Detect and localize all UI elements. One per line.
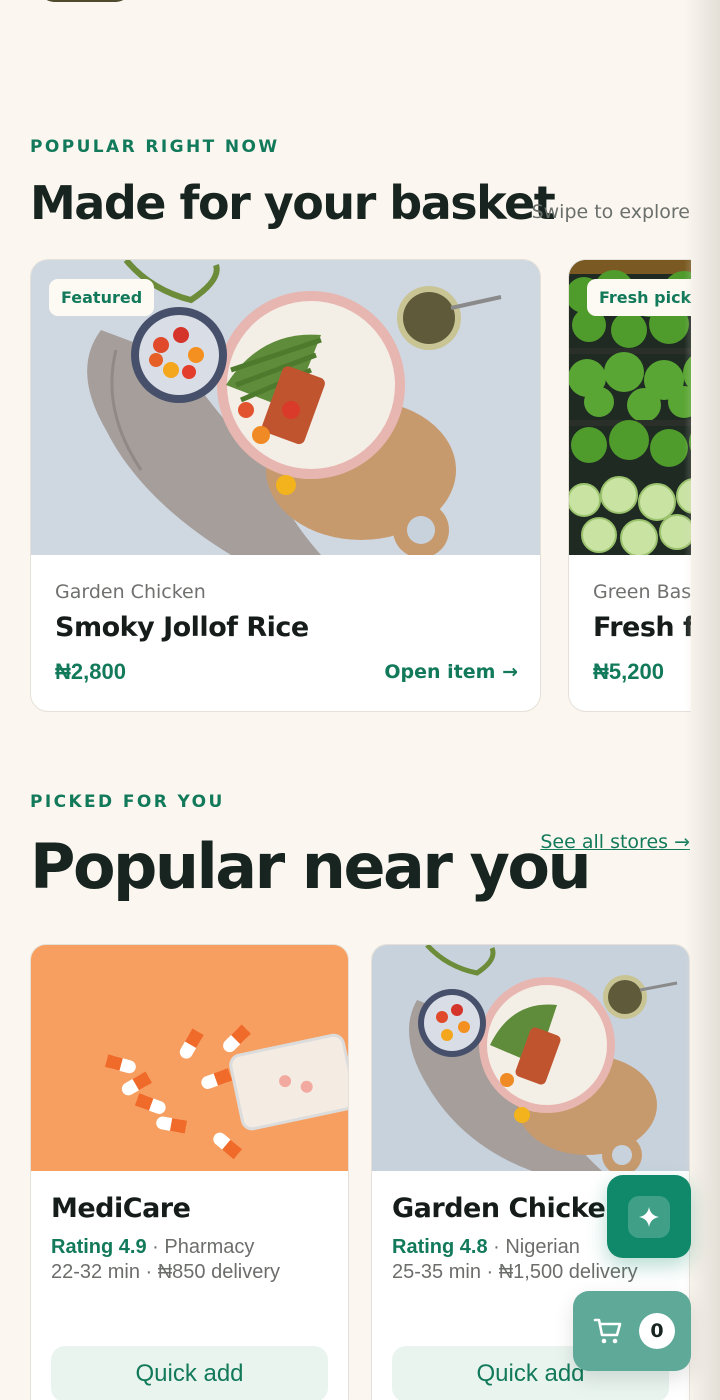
store-delivery-info: 25-35 min · ₦1,500 delivery [392,1261,638,1283]
pills-image [31,945,348,1171]
store-name: Garden Chicken [55,581,206,603]
store-rating-line: Rating 4.8 · Nigerian [392,1236,580,1259]
featured-card[interactable]: Fresh pick Green Bask Fresh fr ₦5,200 [568,259,691,712]
picked-eyebrow: PICKED FOR YOU [30,792,225,812]
store-category: · Nigerian [487,1236,580,1258]
store-delivery-info: 22-32 min · ₦850 delivery [51,1261,280,1283]
item-price: ₦5,200 [593,659,664,684]
store-name: Green Bask [593,581,691,603]
store-category: · Pharmacy [146,1236,255,1258]
swipe-hint: Swipe to explore [531,201,690,223]
open-item-link[interactable]: Open item → [384,661,518,683]
featured-card[interactable]: Featured Garden Chicken Smoky Jollof Ric… [30,259,541,712]
popular-eyebrow: POPULAR RIGHT NOW [30,137,280,157]
item-name: Smoky Jollof Rice [55,612,309,643]
food-bowl-image [372,945,689,1171]
store-name: Garden Chicken [392,1193,625,1224]
see-all-stores-link[interactable]: See all stores → [540,831,690,853]
item-name: Fresh fr [593,612,691,643]
store-rating: Rating 4.8 [392,1236,488,1258]
ai-assistant-button[interactable] [607,1175,691,1258]
sparkle-icon [628,1196,670,1238]
quick-add-button[interactable]: Quick add [51,1346,328,1400]
cart-button[interactable]: 0 [573,1291,691,1371]
top-decoration [40,0,130,2]
item-price: ₦2,800 [55,659,126,684]
featured-carousel[interactable]: Featured Garden Chicken Smoky Jollof Ric… [30,259,691,713]
store-name: MediCare [51,1193,191,1224]
fresh-pick-badge: Fresh pick [587,279,691,316]
cart-icon [593,1318,622,1344]
popular-title: Made for your basket [30,176,556,230]
popular-near-title: Popular near you [30,830,592,903]
store-rating: Rating 4.9 [51,1236,147,1258]
store-card[interactable]: MediCare Rating 4.9 · Pharmacy 22-32 min… [30,944,349,1400]
featured-badge: Featured [49,279,155,316]
cart-count-badge: 0 [639,1313,675,1349]
store-rating-line: Rating 4.9 · Pharmacy [51,1236,254,1259]
